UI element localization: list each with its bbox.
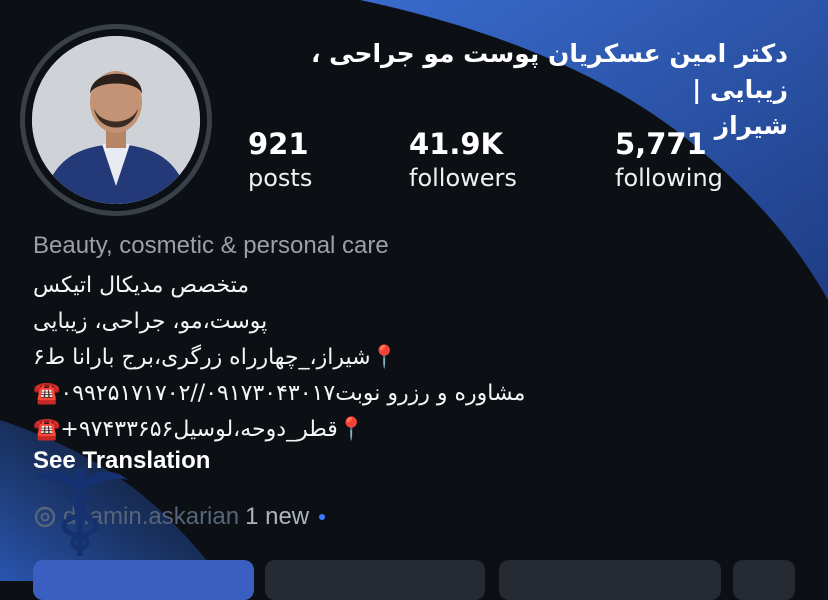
bio-line-5: 📍قطر_دوحه،لوسیل۹۷۴۳۳۶۵۶+☎️ — [33, 417, 366, 442]
posts-count: 921 — [248, 127, 309, 161]
followers-count: 41.9K — [409, 127, 504, 161]
unread-dot — [319, 514, 326, 520]
followers-label: followers — [409, 164, 517, 192]
bio-line-3: 📍شیراز،_چهارراه زرگری،برج بارانا ط۶ — [33, 345, 398, 370]
stat-followers[interactable]: 41.9K followers — [409, 126, 517, 194]
avatar-image — [32, 36, 200, 204]
stat-posts[interactable]: 921 posts — [248, 126, 312, 194]
threads-new-count: 1 new — [245, 503, 310, 530]
bio-line-2: پوست،مو، جراحی، زیبایی — [33, 309, 268, 334]
avatar[interactable] — [32, 36, 200, 204]
profile-category: Beauty, cosmetic & personal care — [33, 232, 389, 259]
bio-line-4: مشاوره و رزرو نوبت۰۹۱۷۳۰۴۳۰۱۷//۰۹۹۲۵۱۷۱۷… — [33, 381, 526, 406]
suggest-button[interactable] — [733, 560, 795, 600]
message-button[interactable] — [265, 560, 485, 600]
contact-button[interactable] — [499, 560, 721, 600]
bio-line-1: متخصص مدیکال اتیکس — [33, 273, 250, 298]
following-count: 5,771 — [615, 127, 707, 161]
profile-name-line1: دکتر امین عسکریان پوست مو جراحی ، زیبایی… — [310, 39, 788, 104]
following-label: following — [615, 164, 723, 192]
caduceus-icon — [32, 468, 128, 556]
stat-following[interactable]: 5,771 following — [615, 126, 723, 194]
follow-button[interactable] — [33, 560, 254, 600]
posts-label: posts — [248, 164, 313, 192]
